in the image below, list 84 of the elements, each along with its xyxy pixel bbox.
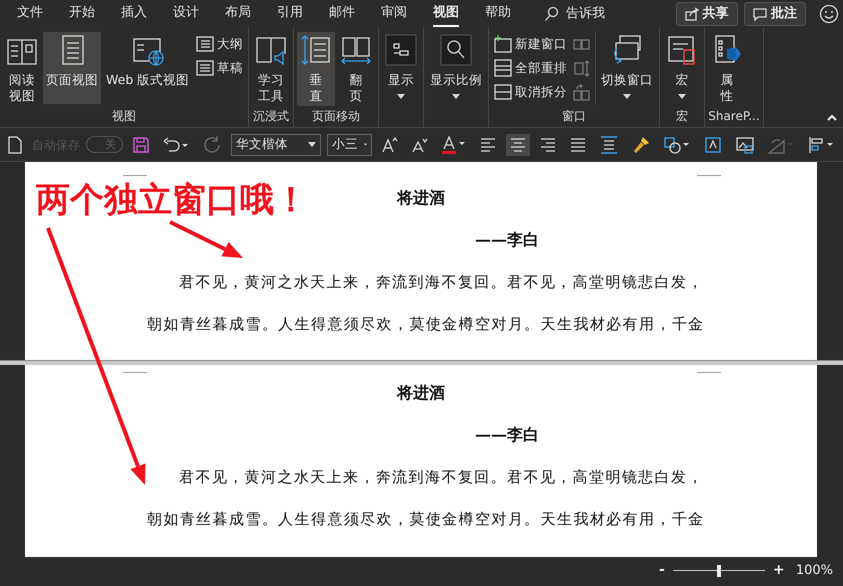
annotation-text: 两个独立窗口哦！ xyxy=(36,179,308,222)
group-label: 沉浸式 xyxy=(252,108,290,125)
justify-icon[interactable] xyxy=(570,136,586,154)
ribbon-tab[interactable]: 设计 xyxy=(173,1,199,27)
margin-mark xyxy=(697,175,721,176)
ribbon-button[interactable]: 草稿 xyxy=(194,56,246,80)
margin-mark xyxy=(123,175,147,176)
font-color-icon[interactable] xyxy=(442,136,466,154)
zoom-percent: 100% xyxy=(796,562,833,580)
document-icon[interactable] xyxy=(8,136,22,154)
magnifier-icon xyxy=(440,34,472,66)
document-author: ——李白 xyxy=(475,425,539,444)
text-box-icon[interactable] xyxy=(704,136,722,154)
ribbon-button[interactable]: 宏 xyxy=(663,32,702,104)
paintbrush-icon[interactable] xyxy=(632,136,650,154)
new-window-icon xyxy=(494,35,512,53)
ribbon-button[interactable]: 新建窗口 xyxy=(492,32,570,56)
align-left-icon[interactable] xyxy=(480,136,496,154)
picture-icon[interactable] xyxy=(736,136,754,154)
group-label: 宏 xyxy=(675,108,690,125)
arrange-windows-icon xyxy=(494,59,512,77)
save-icon[interactable] xyxy=(133,136,149,152)
undo-icon[interactable] xyxy=(163,136,189,152)
smiley-icon[interactable] xyxy=(819,4,839,24)
ribbon-button[interactable]: 翻 页 xyxy=(337,32,376,106)
align-right-icon[interactable] xyxy=(540,136,556,154)
ribbon-tab[interactable]: 插入 xyxy=(121,1,147,27)
shrink-font-icon[interactable] xyxy=(412,136,428,152)
line-spacing-icon[interactable] xyxy=(600,136,618,154)
ribbon-tab[interactable]: 引用 xyxy=(277,1,303,27)
document-title: 将进酒 xyxy=(397,383,445,402)
split-window-icon xyxy=(494,83,512,101)
font-size-field[interactable]: 小三 xyxy=(327,134,372,156)
group-label: 页面移动 xyxy=(311,108,362,125)
document-title: 将进酒 xyxy=(397,188,445,207)
margin-mark xyxy=(123,372,147,373)
draft-icon xyxy=(196,59,214,77)
ribbon-tab[interactable]: 开始 xyxy=(69,1,95,27)
ribbon-tab[interactable]: 文件 xyxy=(17,1,43,27)
group-label: ShareP... xyxy=(708,108,760,125)
ribbon-button[interactable]: 垂 直 xyxy=(297,32,336,106)
collapse-ribbon-icon[interactable] xyxy=(827,114,837,121)
shapes-icon[interactable] xyxy=(664,136,690,154)
document-author: ——李白 xyxy=(475,230,539,249)
group-label: 视图 xyxy=(111,108,138,125)
ribbon-button[interactable]: 学习 工具 xyxy=(252,32,290,106)
font-name-field[interactable]: 华文楷体 xyxy=(231,134,321,156)
share-icon xyxy=(684,7,698,21)
ribbon-tab[interactable]: 审阅 xyxy=(381,1,407,27)
share-button[interactable]: 共享 xyxy=(676,2,738,26)
ribbon-button[interactable]: 大纲 xyxy=(194,32,246,56)
ribbon-tab[interactable]: 邮件 xyxy=(329,1,355,27)
grow-font-icon[interactable] xyxy=(382,136,398,152)
ribbon-tab[interactable]: 布局 xyxy=(225,1,251,27)
display-icon xyxy=(385,34,418,66)
ribbon-button[interactable]: 页面视图 xyxy=(43,32,101,104)
caret-icon xyxy=(308,142,316,147)
ribbon-button[interactable]: 属 性 xyxy=(708,32,746,106)
zoom-in-button[interactable]: + xyxy=(770,560,787,581)
align-center-icon[interactable] xyxy=(510,136,526,154)
ribbon-button[interactable]: 取消拆分 xyxy=(492,80,570,104)
align-objects-icon[interactable] xyxy=(808,136,834,154)
body-text-line: 朝如青丝暮成雪。人生得意须尽欢，莫使金樽空对月。天生我材必有用，千金 xyxy=(146,509,706,530)
ribbon-button[interactable]: 显示比例 xyxy=(427,32,486,104)
outline-icon xyxy=(196,35,214,53)
ribbon-button[interactable]: 阅读 视图 xyxy=(3,32,41,106)
tell-me-search[interactable]: 告诉我 xyxy=(538,3,611,25)
ribbon-button[interactable]: 切换窗口 xyxy=(598,32,656,104)
margin-mark xyxy=(697,372,721,373)
ribbon-tab[interactable]: 视图 xyxy=(433,1,459,27)
ribbon-button[interactable]: 全部重排 xyxy=(492,56,570,80)
body-text-line: 君不见，黄河之水天上来，奔流到海不复回。君不见，高堂明镜悲白发， xyxy=(178,272,705,293)
group-label: 窗口 xyxy=(561,108,588,125)
switch-windows-icon xyxy=(611,34,644,66)
search-icon xyxy=(544,6,560,22)
vertical-scroll-icon xyxy=(300,34,332,66)
body-text-line: 君不见，黄河之水天上来，奔流到海不复回。君不见，高堂明镜悲白发， xyxy=(178,467,705,488)
comment-icon xyxy=(753,7,767,21)
zoom-out-button[interactable]: - xyxy=(657,560,667,581)
ribbon-button[interactable]: Web 版式视图 xyxy=(103,32,192,104)
body-text-line: 朝如青丝暮成雪。人生得意须尽欢，莫使金樽空对月。天生我材必有用，千金 xyxy=(146,314,706,335)
ribbon-button[interactable]: 显示 xyxy=(382,32,420,104)
ribbon-tab[interactable]: 帮助 xyxy=(485,1,511,27)
comments-button[interactable]: 批注 xyxy=(744,2,806,26)
